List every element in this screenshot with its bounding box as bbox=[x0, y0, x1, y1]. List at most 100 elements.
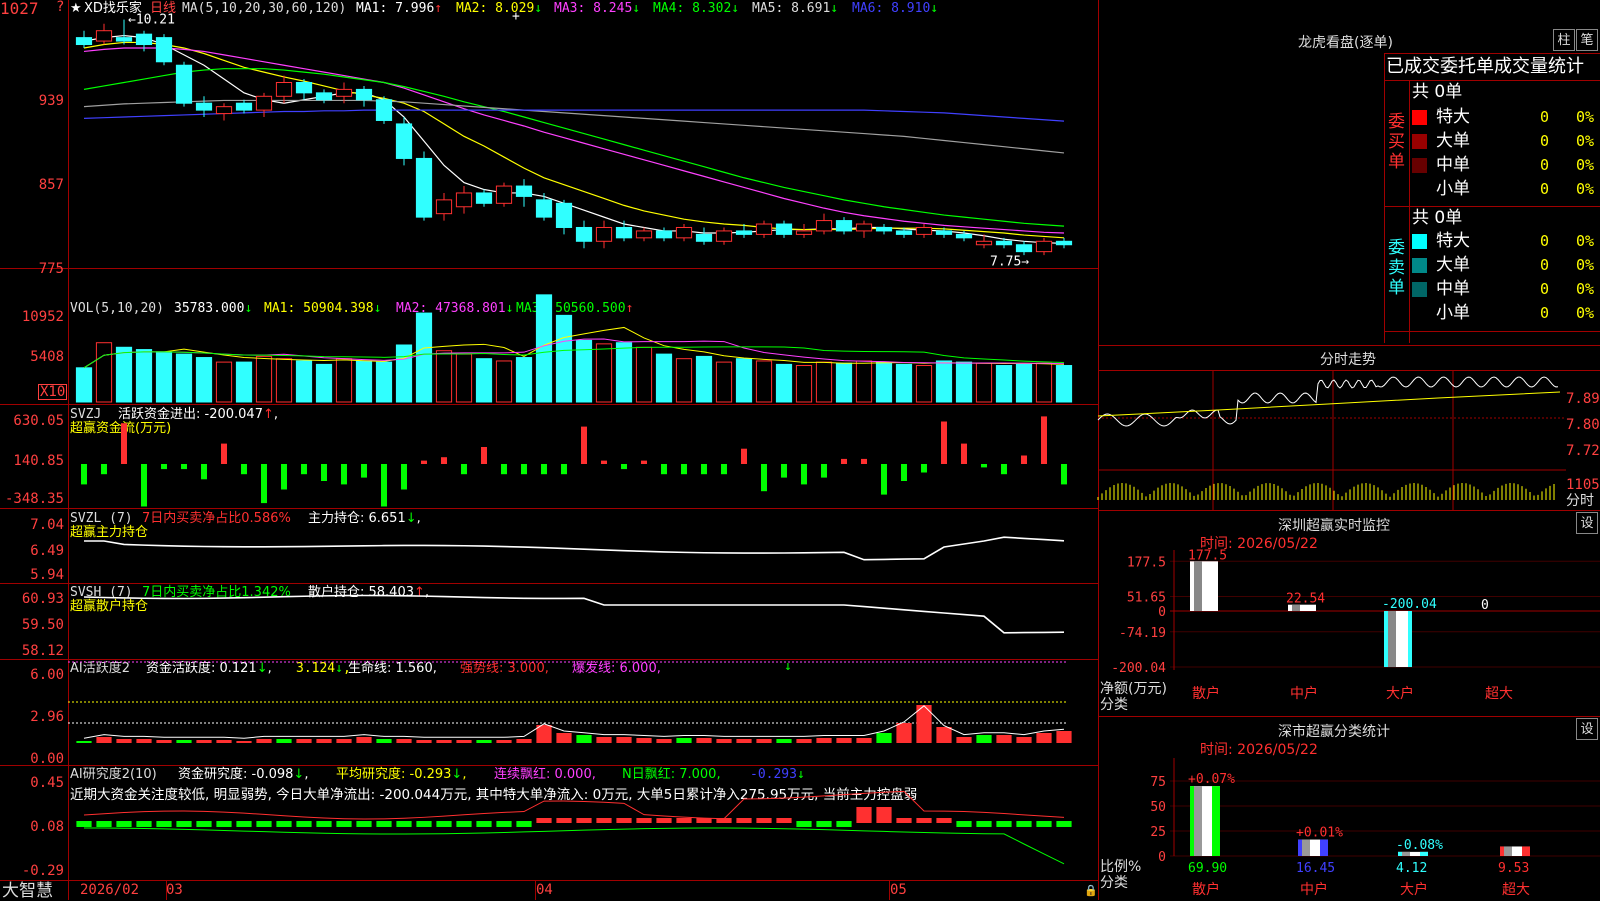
activity-bar bbox=[896, 723, 912, 743]
fund-flow-bar bbox=[901, 464, 907, 481]
divider bbox=[1384, 206, 1600, 207]
candle-body bbox=[535, 199, 553, 218]
research-bar bbox=[596, 818, 612, 823]
price-tick: 857 bbox=[38, 177, 64, 193]
candle-body bbox=[95, 30, 113, 42]
volume-bar bbox=[415, 312, 433, 403]
svsh-tick: 58.12 bbox=[21, 643, 64, 659]
fund-flow-chart[interactable] bbox=[68, 404, 1098, 508]
lock-icon[interactable]: 🔒 bbox=[1084, 884, 1098, 898]
order-percent: 0% bbox=[1576, 156, 1595, 174]
research-bar bbox=[976, 821, 992, 827]
fund-flow-bar bbox=[281, 464, 287, 490]
timeshare-chart[interactable] bbox=[1097, 370, 1566, 510]
help-icon[interactable]: ? bbox=[56, 0, 64, 14]
volume-bar bbox=[975, 362, 993, 403]
monitor-bar-edge bbox=[1408, 611, 1412, 668]
fund-flow-bar bbox=[321, 464, 327, 481]
candle-body bbox=[495, 185, 513, 204]
activity-bar bbox=[416, 740, 432, 743]
fund-flow-bar bbox=[921, 464, 927, 473]
classify-chart[interactable]: 75 50 25 0 +0.07% 69.90 散户 +0.01% 16.45 中户 -0.08% 4… bbox=[1098, 758, 1600, 900]
fund-flow-bar bbox=[721, 464, 727, 475]
research-bar bbox=[956, 821, 972, 827]
order-type-label: 中单 bbox=[1436, 155, 1470, 175]
fund-flow-bar bbox=[941, 421, 947, 464]
research-bar bbox=[916, 818, 932, 823]
main-holding-line bbox=[84, 536, 1065, 561]
order-type-label: 大单 bbox=[1436, 131, 1470, 151]
ma20-line bbox=[83, 47, 1065, 234]
classify-bar-edge bbox=[1212, 786, 1220, 856]
candle-body bbox=[115, 37, 133, 42]
mon-tick: -74.19 bbox=[1119, 626, 1166, 641]
candle-body bbox=[615, 226, 633, 239]
cls-tick: 75 bbox=[1150, 775, 1166, 790]
research-bar bbox=[556, 818, 572, 823]
fund-flow-bar bbox=[861, 458, 867, 464]
candle-body bbox=[555, 202, 573, 228]
ai-research-chart[interactable] bbox=[68, 765, 1098, 880]
classify-time: 时间: 2026/05/22 bbox=[1200, 742, 1318, 758]
classify-settings-button[interactable]: 设 bbox=[1576, 718, 1598, 740]
monitor-value-label: 22.54 bbox=[1286, 592, 1325, 607]
activity-bar bbox=[1016, 737, 1032, 743]
svzj-tick: 630.05 bbox=[13, 413, 64, 429]
candle-body bbox=[835, 220, 853, 232]
date-label: 2026/02 bbox=[80, 882, 140, 898]
divider bbox=[1384, 53, 1385, 343]
research-bar bbox=[896, 818, 912, 823]
high-price-label: ←10.21 bbox=[128, 13, 175, 28]
research-bar bbox=[396, 821, 412, 827]
retail-holding-chart[interactable] bbox=[68, 583, 1098, 659]
research-bar bbox=[476, 821, 492, 827]
fund-flow-bar bbox=[381, 464, 387, 507]
research-bar bbox=[496, 821, 512, 827]
order-count: 0 bbox=[1540, 280, 1550, 298]
svsh-tick: 60.93 bbox=[21, 591, 64, 607]
monitor-chart[interactable]: 177.551.650-74.19-200.04177.5散户22.54中户-2… bbox=[1098, 548, 1600, 715]
fund-flow-bar bbox=[301, 464, 307, 475]
monitor-settings-button[interactable]: 设 bbox=[1576, 512, 1598, 534]
candle-body bbox=[155, 37, 173, 63]
fund-flow-bar bbox=[461, 464, 467, 475]
fund-flow-bar bbox=[261, 464, 267, 504]
volume-bar bbox=[695, 355, 713, 403]
volume-bar bbox=[875, 361, 893, 403]
candle-body bbox=[335, 88, 353, 97]
volume-chart[interactable] bbox=[68, 268, 1098, 404]
ts-tick: 7.89 bbox=[1566, 391, 1600, 407]
fund-flow-bar bbox=[701, 464, 707, 475]
volume-bar bbox=[75, 367, 93, 403]
activity-bar bbox=[376, 739, 392, 743]
tick-mode-button[interactable]: 笔 bbox=[1576, 29, 1598, 51]
candlestick-chart[interactable]: ←10.217.75→ bbox=[68, 0, 1098, 270]
research-bar bbox=[296, 821, 312, 827]
order-count: 0 bbox=[1540, 132, 1550, 150]
activity-bar bbox=[256, 739, 272, 743]
legend-swatch bbox=[1412, 110, 1427, 125]
fund-flow-bar bbox=[981, 464, 987, 468]
fund-flow-bar bbox=[641, 460, 647, 464]
candle-body bbox=[795, 230, 813, 235]
vol-tick: 5408 bbox=[30, 349, 64, 365]
cls-tick: 25 bbox=[1150, 825, 1166, 840]
order-count: 0 bbox=[1540, 108, 1550, 126]
volume-bar bbox=[215, 361, 233, 403]
research-bar bbox=[616, 818, 632, 823]
activity-bar bbox=[596, 737, 612, 743]
research-bar bbox=[876, 807, 892, 823]
ai-active-chart[interactable] bbox=[68, 659, 1098, 765]
fund-flow-bar bbox=[181, 464, 187, 470]
ai-research-tick: 0.08 bbox=[30, 819, 64, 835]
volume-bar bbox=[435, 350, 453, 403]
bar-mode-button[interactable]: 柱 bbox=[1553, 29, 1575, 51]
date-label: 05 bbox=[890, 882, 907, 898]
volume-bar bbox=[195, 357, 213, 403]
activity-bar bbox=[636, 738, 652, 743]
main-holding-chart[interactable] bbox=[68, 508, 1098, 583]
research-bar bbox=[456, 821, 472, 827]
activity-bar bbox=[676, 738, 692, 743]
monitor-category-label: 超大 bbox=[1485, 686, 1513, 702]
activity-bar bbox=[356, 737, 372, 743]
